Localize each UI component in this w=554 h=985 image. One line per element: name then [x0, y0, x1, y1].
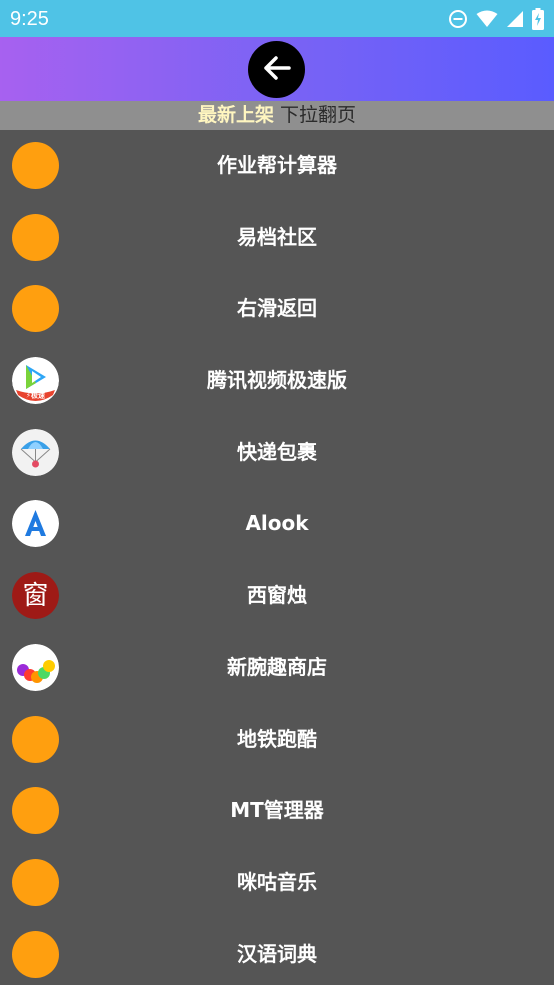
status-time: 9:25	[10, 8, 49, 30]
app-name: 快递包裹	[237, 439, 317, 464]
app-name: 咪咕音乐	[237, 869, 317, 894]
app-name: 西窗烛	[247, 583, 307, 608]
app-name: 新腕趣商店	[227, 654, 327, 679]
battery-charging-icon	[532, 8, 544, 30]
list-item[interactable]: 作业帮计算器	[0, 130, 554, 202]
app-name: 汉语词典	[237, 941, 317, 966]
list-item[interactable]: 易档社区	[0, 202, 554, 274]
app-name: Alook	[245, 511, 309, 536]
status-icons	[448, 7, 544, 31]
wifi-icon	[476, 10, 498, 28]
app-list: 作业帮计算器 易档社区 右滑返回 ⚡极速 腾讯视频极速版 快递包裹 Alook …	[0, 130, 554, 985]
banner-title: 最新上架	[197, 104, 274, 126]
list-item[interactable]: 右滑返回	[0, 273, 554, 345]
list-item[interactable]: 新腕趣商店	[0, 632, 554, 704]
app-screen: 9:25 最新上架 下拉翻页 作业帮计算器 易档社区 右滑返回 ⚡极速 腾讯视频…	[0, 0, 554, 985]
list-item[interactable]: 汉语词典	[0, 919, 554, 985]
list-item[interactable]: 窗 西窗烛	[0, 560, 554, 632]
app-name: 作业帮计算器	[217, 153, 337, 177]
status-bar: 9:25	[0, 0, 554, 37]
app-name: 右滑返回	[237, 296, 317, 321]
header-bar	[0, 37, 554, 101]
app-name: 地铁跑酷	[237, 726, 317, 751]
list-item[interactable]: 快递包裹	[0, 417, 554, 489]
signal-icon	[506, 10, 524, 28]
list-item[interactable]: ⚡极速 腾讯视频极速版	[0, 345, 554, 417]
app-name: 易档社区	[237, 224, 317, 249]
list-item[interactable]: MT管理器	[0, 775, 554, 847]
list-item[interactable]: 地铁跑酷	[0, 704, 554, 776]
list-item[interactable]: Alook	[0, 488, 554, 560]
back-button[interactable]	[248, 41, 305, 98]
app-name: MT管理器	[230, 798, 324, 823]
app-name: 腾讯视频极速版	[207, 368, 347, 393]
section-banner: 最新上架 下拉翻页	[0, 101, 554, 130]
arrow-left-icon	[262, 55, 292, 85]
list-item[interactable]: 咪咕音乐	[0, 847, 554, 919]
banner-hint: 下拉翻页	[280, 104, 357, 126]
do-not-disturb-icon	[448, 9, 468, 29]
